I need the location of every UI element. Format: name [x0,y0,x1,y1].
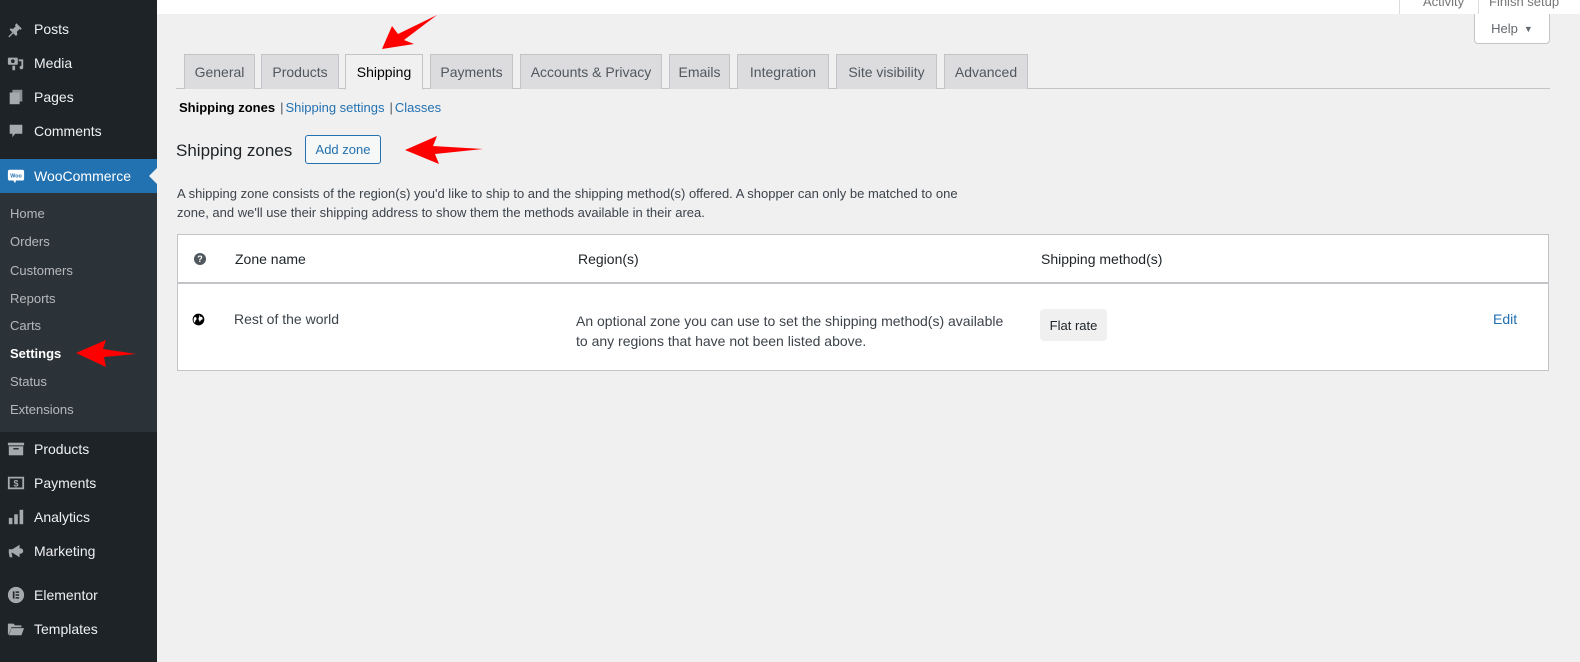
tab-payments[interactable]: Payments [430,54,513,89]
zone-name: Rest of the world [234,311,340,327]
shipping-method-badge: Flat rate [1040,309,1107,341]
help-label: Help [1491,21,1518,36]
elementor-icon [6,585,26,605]
column-header-zone-name: Zone name [235,251,306,267]
sidebar-item-comments[interactable]: Comments [0,114,157,148]
tab-emails[interactable]: Emails [669,54,730,89]
submenu-item-settings[interactable]: Settings [10,346,61,361]
annotation-arrow [382,15,437,49]
tab-shipping[interactable]: Shipping [345,54,423,90]
edit-zone-link[interactable]: Edit [1493,311,1517,327]
woocommerce-activity-bar: Activity Finish setup [157,0,1580,14]
sidebar-item-posts[interactable]: Posts [0,12,157,46]
submenu-item-orders[interactable]: Orders [10,234,50,249]
subnav-classes[interactable]: Classes [395,100,441,115]
tab-integration[interactable]: Integration [737,54,829,89]
tab-general[interactable]: General [184,54,255,89]
sidebar-item-label: Templates [34,621,98,637]
sidebar-item-woocommerce[interactable]: Woo WooCommerce [0,159,157,193]
sidebar-item-label: Media [34,55,73,71]
help-tip-icon[interactable]: ? [194,253,206,265]
tab-site-visibility[interactable]: Site visibility [836,54,937,89]
svg-text:$: $ [13,479,18,489]
sidebar-item-payments[interactable]: $ Payments [0,466,157,500]
table-header: ? Zone name Region(s) Shipping method(s) [178,235,1548,284]
settings-tabs: General Products Shipping Payments Accou… [176,54,1550,90]
activity-separator [1478,0,1479,14]
sidebar-item-label: Comments [34,123,102,139]
help-button[interactable]: Help ▼ [1474,14,1550,44]
column-header-shipping-methods: Shipping method(s) [1041,251,1163,267]
shipping-zones-table: ? Zone name Region(s) Shipping method(s)… [177,234,1549,371]
pages-icon [6,87,26,107]
sidebar-item-label: Payments [34,475,97,491]
subnav-shipping-settings[interactable]: Shipping settings [285,100,384,115]
submenu-item-carts[interactable]: Carts [10,318,41,333]
add-zone-button[interactable]: Add zone [305,135,381,164]
sidebar-item-label: WooCommerce [34,168,131,184]
zone-regions: An optional zone you can use to set the … [576,313,1004,349]
activity-separator [1399,0,1400,14]
dollar-icon: $ [6,473,26,493]
sidebar-item-label: Pages [34,89,74,105]
tab-accounts-privacy[interactable]: Accounts & Privacy [520,54,662,89]
sidebar-item-label: Products [34,441,90,457]
submenu-item-customers[interactable]: Customers [10,263,73,278]
sidebar-item-label: Marketing [34,543,96,559]
megaphone-icon [6,541,26,561]
sidebar-item-elementor[interactable]: Elementor [0,578,157,612]
sidebar-item-marketing[interactable]: Marketing [0,534,157,568]
column-header-regions: Region(s) [578,251,639,267]
submenu-item-extensions[interactable]: Extensions [10,402,74,417]
submenu-item-status[interactable]: Status [10,374,47,389]
current-menu-pointer [149,168,157,184]
caret-down-icon: ▼ [1523,23,1533,34]
subnav-separator: | [389,100,393,115]
bar-chart-icon [6,507,26,527]
subnav-shipping-zones[interactable]: Shipping zones [179,100,275,115]
activity-link[interactable]: Activity [1423,0,1464,9]
sidebar-item-analytics[interactable]: Analytics [0,500,157,534]
shipping-zones-description: A shipping zone consists of the region(s… [177,186,958,220]
tab-advanced[interactable]: Advanced [944,54,1028,89]
comment-icon [6,121,26,141]
sidebar-item-label: Elementor [34,587,98,603]
sidebar-item-label: Analytics [34,509,91,525]
finish-setup-link[interactable]: Finish setup [1489,0,1559,9]
woo-icon: Woo [6,166,26,186]
page-title: Shipping zones [176,141,293,160]
woocommerce-submenu: Home Orders Customers Reports Carts Sett… [0,193,157,432]
sidebar-item-pages[interactable]: Pages [0,80,157,114]
submenu-item-reports[interactable]: Reports [10,291,56,306]
globe-icon [192,313,205,326]
media-icon [6,53,26,73]
sidebar-item-templates[interactable]: Templates [0,612,157,646]
sidebar-item-products[interactable]: Products [0,432,157,466]
sidebar-item-label: Posts [34,21,70,37]
admin-sidebar: Posts Media Pages Comments Woo WooCommer… [0,0,157,662]
archive-icon [6,439,26,459]
folder-open-icon [6,619,26,639]
tab-products[interactable]: Products [261,54,339,89]
sidebar-item-media[interactable]: Media [0,46,157,80]
shipping-subnav: Shipping zones | Shipping settings | Cla… [179,100,441,115]
pushpin-icon [6,19,26,39]
svg-text:Woo: Woo [10,173,22,179]
annotation-arrow [405,136,483,164]
subnav-separator: | [280,100,284,115]
submenu-item-home[interactable]: Home [10,206,45,221]
